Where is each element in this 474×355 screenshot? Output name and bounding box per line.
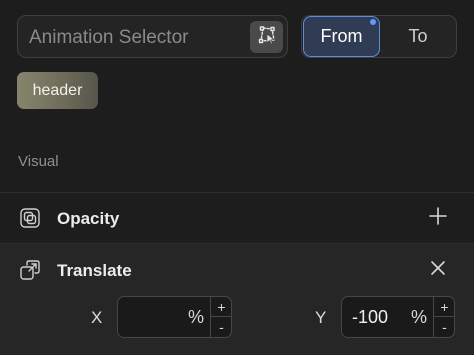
selector-target-icon xyxy=(257,25,277,50)
to-tab[interactable]: To xyxy=(380,16,456,57)
translate-section: Translate X % + - Y -100 % + - xyxy=(0,244,474,355)
translate-y-input[interactable]: -100 % + - xyxy=(341,296,455,338)
translate-y-increment[interactable]: + xyxy=(434,297,455,317)
opacity-label: Opacity xyxy=(57,209,120,228)
animation-selector-placeholder: Animation Selector xyxy=(29,27,189,48)
opacity-row[interactable]: Opacity xyxy=(0,193,474,243)
translate-x-input[interactable]: % + - xyxy=(117,296,232,338)
translate-y-value: -100 xyxy=(352,307,389,327)
translate-label: Translate xyxy=(57,261,132,280)
plus-icon xyxy=(428,206,448,231)
section-label-visual: Visual xyxy=(18,153,59,170)
translate-x-unit: % xyxy=(188,307,205,327)
close-icon xyxy=(429,259,447,282)
translate-x-decrement[interactable]: - xyxy=(211,317,232,337)
from-to-toggle: From To xyxy=(301,15,457,58)
selector-target-button[interactable] xyxy=(250,21,283,53)
translate-y-unit: % xyxy=(411,307,428,327)
from-tab-label: From xyxy=(320,26,363,46)
to-tab-label: To xyxy=(408,26,428,46)
animation-selector-field[interactable]: Animation Selector xyxy=(17,15,288,58)
remove-translate-button[interactable] xyxy=(425,257,451,283)
translate-x-increment[interactable]: + xyxy=(211,297,232,317)
translate-y-decrement[interactable]: - xyxy=(434,317,455,337)
opacity-icon xyxy=(19,207,41,229)
translate-x-label: X xyxy=(91,308,103,327)
add-opacity-button[interactable] xyxy=(425,205,451,231)
selector-chip-label: header xyxy=(32,81,83,99)
selector-chip-header[interactable]: header xyxy=(17,72,98,109)
from-tab[interactable]: From xyxy=(303,16,380,57)
translate-icon xyxy=(19,259,41,281)
translate-x-stepper: + - xyxy=(210,297,232,337)
translate-y-label: Y xyxy=(315,308,327,327)
translate-y-stepper: + - xyxy=(433,297,455,337)
from-active-dot xyxy=(370,19,376,25)
